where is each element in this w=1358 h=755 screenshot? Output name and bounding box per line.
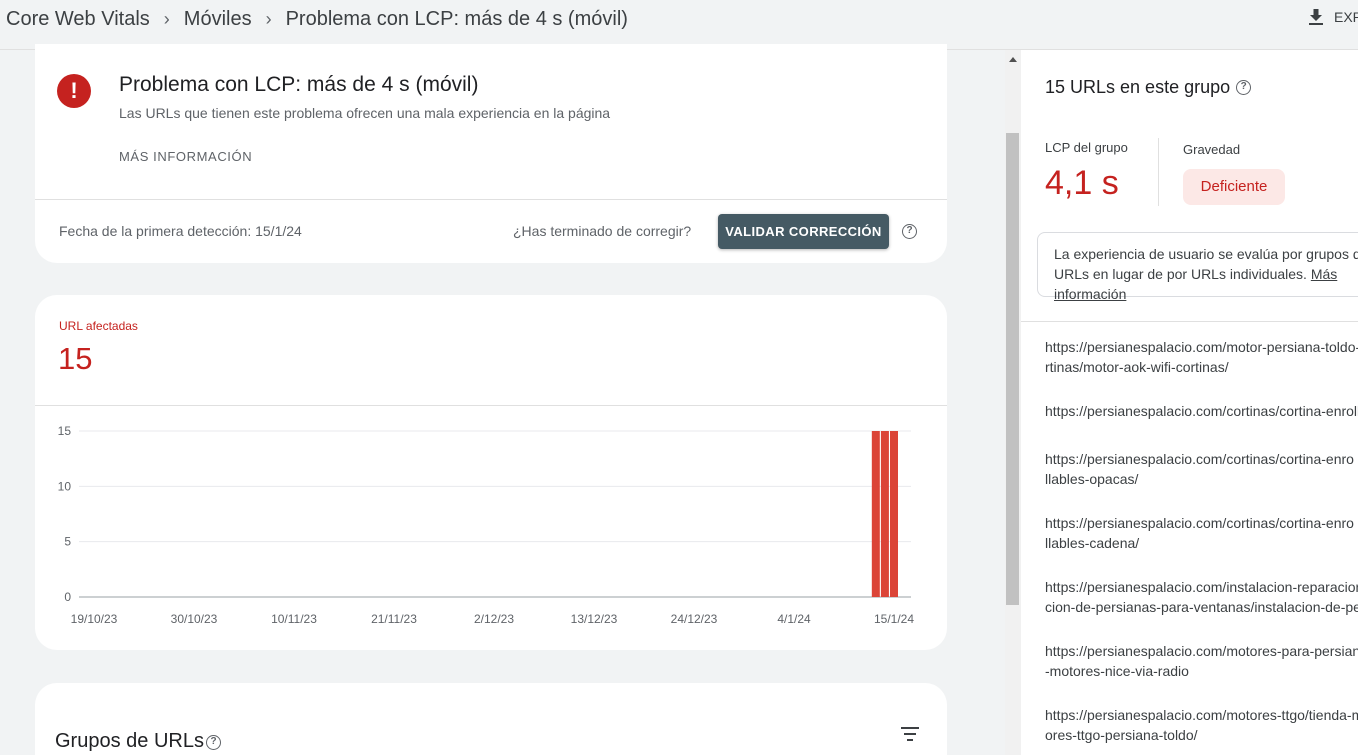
filter-icon[interactable] <box>901 727 919 741</box>
severity-badge: Deficiente <box>1183 169 1285 205</box>
url-list-item[interactable]: https://persianespalacio.com/instalacion… <box>1045 577 1358 617</box>
url-text: ores-ttgo-persiana-toldo/ <box>1045 727 1198 743</box>
issue-title: Problema con LCP: más de 4 s (móvil) <box>119 73 479 96</box>
x-tick-label: 24/12/23 <box>671 612 718 626</box>
url-text: llables-opacas/ <box>1045 471 1139 487</box>
error-icon: ! <box>57 74 91 108</box>
first-detected-date: Fecha de la primera detección: 15/1/24 <box>59 223 302 239</box>
url-text: https://persianespalacio.com/cortinas/co… <box>1045 451 1354 467</box>
breadcrumb-item-mobile[interactable]: Móviles <box>184 8 252 31</box>
chart-bar[interactable] <box>871 431 880 597</box>
breadcrumb-item-core-web-vitals[interactable]: Core Web Vitals <box>6 8 150 31</box>
y-tick-label: 10 <box>58 479 72 493</box>
breadcrumb-item-current: Problema con LCP: más de 4 s (móvil) <box>285 8 628 30</box>
info-note: La experiencia de usuario se evalúa por … <box>1037 232 1358 302</box>
x-tick-label: 19/10/23 <box>71 612 118 626</box>
x-tick-label: 4/1/24 <box>777 612 811 626</box>
url-group-panel: 15 URLs en este grupo ? LCP del grupo 4,… <box>1021 50 1358 755</box>
url-text: https://persianespalacio.com/motores-ttg… <box>1045 707 1358 723</box>
severity-label: Gravedad <box>1183 142 1241 157</box>
affected-urls-chart: 0 5 10 15 19/10/23 30/10/23 10/11/23 21/11/23 2/… <box>58 424 915 626</box>
affected-urls-card: URL afectadas 15 0 5 10 15 19/10/23 30/10/23 1… <box>35 295 947 650</box>
divider <box>1021 321 1358 322</box>
url-text: -motores-nice-via-radio <box>1045 663 1189 679</box>
x-tick-label: 10/11/23 <box>271 612 317 626</box>
fixed-question: ¿Has terminado de corregir? <box>513 223 692 239</box>
affected-urls-count: 15 <box>58 341 93 376</box>
url-list-item[interactable]: https://persianespalacio.com/cortinas/co… <box>1045 401 1358 421</box>
y-tick-label: 15 <box>58 424 72 438</box>
help-icon[interactable]: ? <box>206 735 221 750</box>
vertical-divider <box>1158 138 1159 206</box>
url-groups-title-text: Grupos de URLs <box>55 730 204 752</box>
x-tick-label: 2/12/23 <box>474 612 514 626</box>
panel-title-text: 15 URLs en este grupo <box>1045 77 1231 97</box>
affected-urls-label: URL afectadas <box>59 319 138 333</box>
export-label: EXPORTAR <box>1334 9 1358 25</box>
issue-subtitle: Las URLs que tienen este problema ofrece… <box>119 105 611 121</box>
x-tick-label: 15/1/24 <box>874 612 914 626</box>
x-tick-label: 13/12/23 <box>571 612 618 626</box>
info-note-text: La experiencia de usuario se evalúa por … <box>1054 244 1358 304</box>
url-text: https://persianespalacio.com/instalacion… <box>1045 579 1358 595</box>
more-info-link[interactable]: MÁS INFORMACIÓN <box>119 149 252 164</box>
chevron-right-icon: › <box>163 9 170 29</box>
issue-card: ! Problema con LCP: más de 4 s (móvil) L… <box>35 44 947 263</box>
url-list-item[interactable]: https://persianespalacio.com/motores-ttg… <box>1045 705 1358 745</box>
download-icon <box>1309 9 1323 25</box>
scroll-up-arrow-icon[interactable] <box>1009 57 1017 62</box>
export-button[interactable]: EXPORTAR <box>1308 8 1358 26</box>
info-note-line-2: individuales. <box>1229 266 1307 282</box>
url-list: https://persianespalacio.com/motor-persi… <box>1045 337 1358 755</box>
y-tick-label: 0 <box>64 590 71 604</box>
url-text: https://persianespalacio.com/motor-persi… <box>1045 339 1358 355</box>
url-text: llables-cadena/ <box>1045 535 1140 551</box>
url-list-item[interactable]: https://persianespalacio.com/cortinas/co… <box>1045 449 1358 489</box>
url-text: https://persianespalacio.com/cortinas/co… <box>1045 403 1358 419</box>
chevron-right-icon: › <box>265 9 272 29</box>
url-groups-card: Grupos de URLs ? <box>35 683 947 755</box>
x-tick-label: 21/11/23 <box>371 612 417 626</box>
url-text: cion-de-persianas-para-ventanas/instalac… <box>1045 599 1358 615</box>
y-tick-label: 5 <box>64 535 71 549</box>
main-scrollbar[interactable] <box>1005 50 1021 755</box>
breadcrumb: Core Web Vitals › Móviles › Problema con… <box>6 8 628 31</box>
validate-fix-button[interactable]: VALIDAR CORRECCIÓN <box>718 214 889 249</box>
divider <box>35 199 947 200</box>
group-lcp-label: LCP del grupo <box>1045 140 1128 155</box>
page-header: Core Web Vitals › Móviles › Problema con… <box>0 0 1358 50</box>
url-groups-title: Grupos de URLs <box>55 730 204 753</box>
panel-title: 15 URLs en este grupo ? <box>1045 77 1252 98</box>
divider <box>35 405 947 406</box>
x-tick-label: 30/10/23 <box>171 612 218 626</box>
url-list-item[interactable]: https://persianespalacio.com/motor-persi… <box>1045 337 1358 377</box>
url-text: https://persianespalacio.com/motores-par… <box>1045 643 1358 659</box>
url-list-item[interactable]: https://persianespalacio.com/motores-par… <box>1045 641 1358 681</box>
chart-bar[interactable] <box>890 431 898 597</box>
scroll-thumb[interactable] <box>1006 133 1019 605</box>
help-icon[interactable]: ? <box>902 224 917 239</box>
url-text: rtinas/motor-aok-wifi-cortinas/ <box>1045 359 1229 375</box>
help-icon[interactable]: ? <box>1236 80 1252 95</box>
url-list-item[interactable]: https://persianespalacio.com/cortinas/co… <box>1045 513 1358 553</box>
chart-bar[interactable] <box>880 431 889 597</box>
group-lcp-value: 4,1 s <box>1045 164 1119 202</box>
url-text: https://persianespalacio.com/cortinas/co… <box>1045 515 1354 531</box>
